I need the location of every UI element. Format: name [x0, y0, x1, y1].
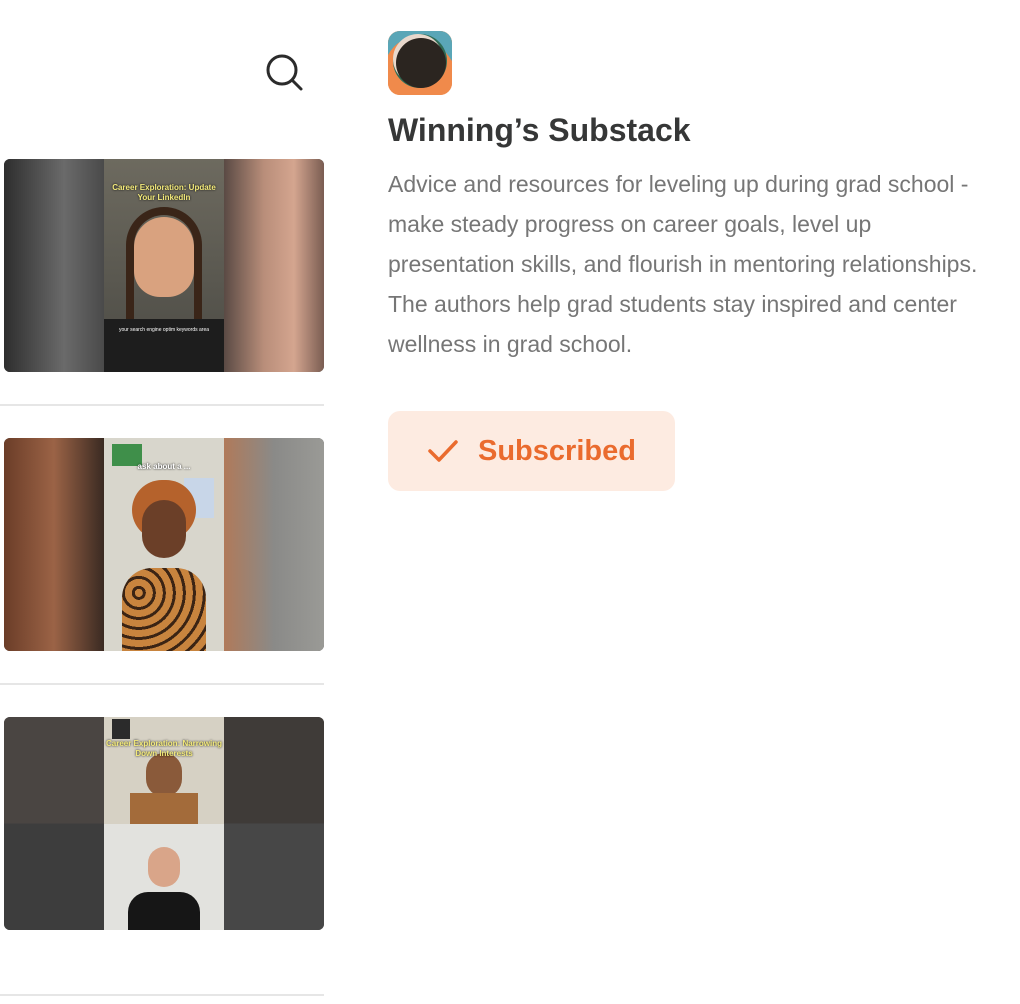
- thumbnail-background: [224, 717, 324, 930]
- thumbnail-background: [4, 717, 104, 930]
- divider: [0, 994, 324, 996]
- search-button[interactable]: [262, 50, 306, 94]
- video-subcaption: your search engine optim keywords area: [118, 327, 210, 333]
- checkmark-icon: [428, 440, 458, 462]
- thumbnail-background: [224, 159, 324, 372]
- video-frame: ask about a ...: [104, 438, 224, 651]
- subscribed-label: Subscribed: [478, 434, 636, 467]
- video-caption: ask about a ...: [137, 462, 191, 471]
- video-frame: Career Exploration: Update Your LinkedIn…: [104, 159, 224, 372]
- video-thumbnail-2[interactable]: ask about a ...: [4, 438, 324, 651]
- divider: [0, 404, 324, 406]
- video-frame: Career Exploration: Narrowing Down Inter…: [104, 717, 224, 930]
- video-caption: Career Exploration: Narrowing Down Inter…: [105, 739, 223, 758]
- publication-title: Winning’s Substack: [388, 112, 691, 148]
- publication-description: Advice and resources for leveling up dur…: [388, 171, 978, 357]
- divider: [0, 683, 324, 685]
- video-caption: Career Exploration: Update Your LinkedIn: [112, 183, 216, 202]
- thumbnail-background: [4, 159, 104, 372]
- video-thumbnail-1[interactable]: Career Exploration: Update Your LinkedIn…: [4, 159, 324, 372]
- publication-logo: [388, 31, 452, 95]
- thumbnail-background: [4, 438, 104, 651]
- search-icon: [266, 54, 303, 91]
- thumbnail-background: [224, 438, 324, 651]
- subscribed-button[interactable]: Subscribed: [388, 411, 675, 491]
- video-thumbnail-3[interactable]: Career Exploration: Narrowing Down Inter…: [4, 717, 324, 930]
